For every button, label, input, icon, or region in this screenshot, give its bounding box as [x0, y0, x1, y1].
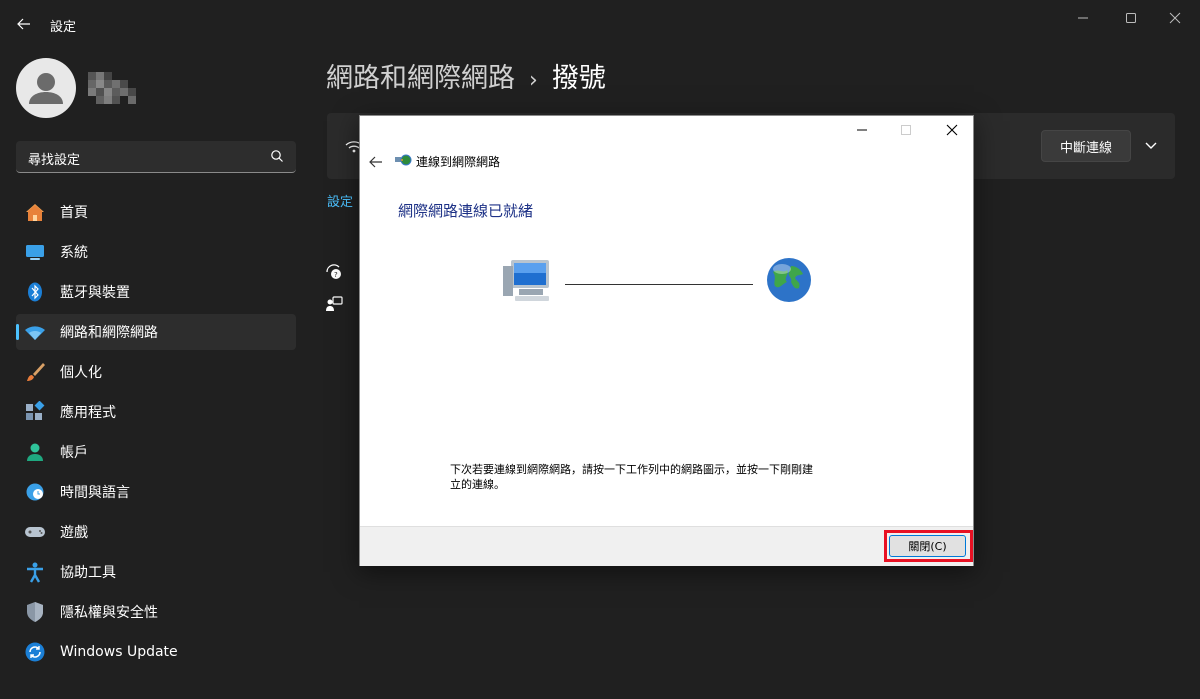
maximize-icon [1126, 13, 1136, 23]
connect-to-internet-dialog: 連線到網際網路 網際網路連線已就緒 下次若要連線到網際網路，請按一下工作列中的網… [359, 115, 974, 566]
title-bar: 設定 [0, 0, 1200, 48]
update-icon [24, 641, 46, 663]
sidebar-nav: 首頁 系統 藍牙與裝置 網路和網際網路 個人化 應用程式 帳戶 時間與語言 遊戲… [16, 194, 296, 674]
sidebar-item-bluetooth[interactable]: 藍牙與裝置 [16, 274, 296, 310]
sidebar-item-system[interactable]: 系統 [16, 234, 296, 270]
shield-icon [24, 601, 46, 623]
close-button[interactable]: 關閉(C) [889, 535, 966, 557]
close-icon [946, 124, 958, 136]
bluetooth-icon [24, 281, 46, 303]
sidebar-item-personalization[interactable]: 個人化 [16, 354, 296, 390]
settings-link[interactable]: 設定 [327, 191, 353, 210]
back-arrow-icon [369, 156, 382, 168]
dialog-back-button[interactable] [366, 152, 386, 172]
dialog-close-button[interactable] [930, 116, 974, 144]
close-window-button[interactable] [1152, 4, 1198, 32]
accessibility-icon [24, 561, 46, 583]
dialog-heading: 網際網路連線已就緒 [398, 202, 534, 220]
minimize-icon [857, 129, 867, 131]
maximize-icon [901, 125, 911, 135]
breadcrumb: 網路和網際網路 › 撥號 [326, 56, 606, 95]
dialog-minimize-button[interactable] [840, 116, 884, 144]
computer-icon [503, 260, 549, 301]
minimize-button[interactable] [1060, 4, 1106, 32]
app-title: 設定 [50, 20, 77, 35]
maximize-button[interactable] [1108, 4, 1154, 32]
sidebar-item-apps[interactable]: 應用程式 [16, 394, 296, 430]
sidebar-item-network[interactable]: 網路和網際網路 [16, 314, 296, 350]
user-silhouette-icon [29, 73, 63, 104]
feedback-icon [326, 296, 343, 311]
time-language-icon [24, 481, 46, 503]
account-icon [24, 441, 46, 463]
sidebar-item-windows-update[interactable]: Windows Update [16, 634, 296, 670]
dialog-message: 下次若要連線到網際網路，請按一下工作列中的網路圖示，並按一下剛剛建立的連線。 [450, 463, 813, 491]
wifi-icon [24, 321, 46, 343]
sidebar-item-home[interactable]: 首頁 [16, 194, 296, 230]
system-icon [24, 241, 46, 263]
globe-icon [767, 258, 811, 302]
svg-text:?: ? [334, 271, 338, 279]
breadcrumb-separator: › [529, 68, 538, 93]
search-placeholder: 尋找設定 [28, 153, 81, 168]
back-arrow-icon [17, 18, 30, 30]
dialog-footer [360, 526, 973, 566]
search-icon [271, 150, 283, 162]
sidebar-item-time-language[interactable]: 時間與語言 [16, 474, 296, 510]
page-title: 撥號 [551, 63, 606, 94]
dialog-maximize-button[interactable] [884, 116, 928, 144]
network-connection-icon [395, 154, 412, 166]
close-icon [1169, 12, 1181, 24]
connection-line [565, 284, 753, 285]
search-input[interactable]: 尋找設定 [16, 141, 296, 173]
minimize-icon [1078, 17, 1088, 19]
chevron-down-icon [1145, 142, 1157, 149]
home-icon [24, 201, 46, 223]
sidebar-item-accessibility[interactable]: 協助工具 [16, 554, 296, 590]
avatar[interactable] [16, 58, 76, 118]
dialog-title: 連線到網際網路 [416, 155, 501, 169]
brush-icon [24, 361, 46, 383]
help-icon: ? [326, 264, 341, 279]
sidebar-item-accounts[interactable]: 帳戶 [16, 434, 296, 470]
blurred-user-name [88, 72, 140, 104]
back-button[interactable] [10, 10, 38, 38]
apps-icon [24, 401, 46, 423]
sidebar-item-privacy[interactable]: 隱私權與安全性 [16, 594, 296, 630]
disconnect-button[interactable]: 中斷連線 [1041, 130, 1131, 162]
breadcrumb-parent[interactable]: 網路和網際網路 [326, 63, 515, 94]
sidebar-item-gaming[interactable]: 遊戲 [16, 514, 296, 550]
gaming-icon [24, 521, 46, 543]
